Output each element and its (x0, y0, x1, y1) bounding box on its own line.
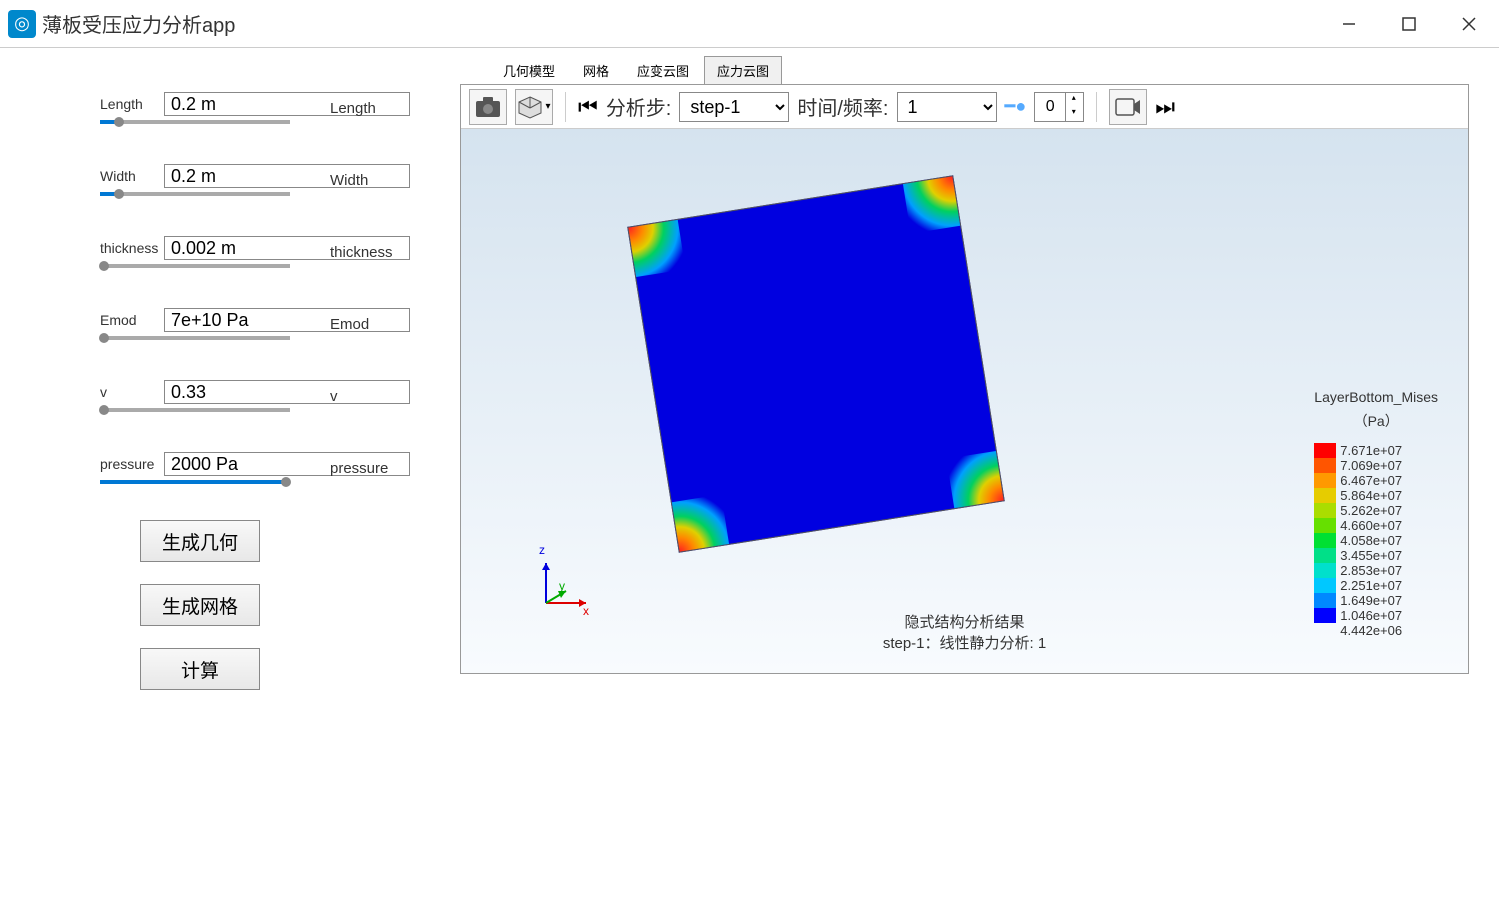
param-display: pressure (330, 460, 388, 477)
param-display: Length (330, 100, 376, 117)
tab-strain[interactable]: 应变云图 (624, 56, 702, 84)
analysis-step-select[interactable]: step-1 (679, 92, 789, 122)
param-label: thickness (100, 240, 158, 256)
minimize-icon (1342, 17, 1356, 31)
tabs: 几何模型 网格 应变云图 应力云图 (490, 56, 1469, 84)
axis-x-label: x (583, 604, 589, 618)
video-icon (1115, 98, 1141, 116)
spinner-up-icon[interactable]: ▴ (1066, 93, 1081, 107)
close-button[interactable] (1439, 0, 1499, 48)
rewind-icon[interactable]: ⏮ (578, 94, 598, 120)
legend-title: LayerBottom_Mises (1314, 389, 1438, 405)
v-input[interactable] (164, 380, 410, 404)
analysis-step-label: 分析步: (606, 92, 672, 121)
titlebar: ◎ 薄板受压应力分析app (0, 0, 1499, 48)
axis-y-label: y (559, 579, 565, 593)
axis-z-label: z (539, 543, 545, 557)
length-slider[interactable] (100, 120, 290, 124)
tab-stress[interactable]: 应力云图 (704, 56, 782, 84)
maximize-icon (1402, 17, 1416, 31)
frame-spinner[interactable]: ▴▾ (1034, 92, 1084, 122)
param-v: v v (100, 376, 420, 416)
generate-geometry-button[interactable]: 生成几何 (140, 520, 260, 562)
param-display: v (330, 388, 338, 405)
app-title: 薄板受压应力分析app (42, 9, 235, 38)
param-length: Length Length (100, 88, 420, 128)
minimize-button[interactable] (1319, 0, 1379, 48)
close-icon (1462, 17, 1476, 31)
v-slider[interactable] (100, 408, 290, 412)
param-label: Width (100, 168, 158, 184)
param-label: pressure (100, 456, 158, 472)
spinner-down-icon[interactable]: ▾ (1066, 107, 1081, 121)
legend-values: 7.671e+077.069e+076.467e+075.864e+075.26… (1340, 443, 1402, 638)
sidebar: Length Length Width Width thickness (0, 48, 460, 899)
record-button[interactable] (1109, 89, 1147, 125)
param-width: Width Width (100, 160, 420, 200)
param-display: thickness (330, 244, 393, 261)
stress-contour-plate (627, 175, 1005, 553)
generate-mesh-button[interactable]: 生成网格 (140, 584, 260, 626)
view-cube-button[interactable]: ▾ (515, 89, 553, 125)
param-thickness: thickness thickness (100, 232, 420, 272)
emod-slider[interactable] (100, 336, 290, 340)
viewer-panel: ▾ ⏮ 分析步: step-1 时间/频率: 1 ━● ▴▾ (460, 84, 1469, 674)
result-caption: 隐式结构分析结果 step-1：线性静力分析: 1 (883, 611, 1046, 653)
width-slider[interactable] (100, 192, 290, 196)
time-freq-label: 时间/频率: (797, 92, 888, 121)
param-label: Length (100, 96, 158, 112)
legend-colorbar (1314, 443, 1336, 623)
pressure-slider[interactable] (100, 480, 290, 484)
app-icon: ◎ (8, 10, 36, 38)
time-freq-select[interactable]: 1 (897, 92, 997, 122)
legend: LayerBottom_Mises （Pa） 7.671e+077.069e+0… (1314, 389, 1438, 638)
param-label: Emod (100, 312, 158, 328)
viewer-canvas[interactable]: x y z 隐式结构分析结果 step-1：线性静力分析: 1 LayerBot… (461, 129, 1468, 673)
maximize-button[interactable] (1379, 0, 1439, 48)
thickness-slider[interactable] (100, 264, 290, 268)
slider-icon[interactable]: ━● (1005, 96, 1027, 117)
width-input[interactable] (164, 164, 410, 188)
tab-geom-model[interactable]: 几何模型 (490, 56, 568, 84)
calculate-button[interactable]: 计算 (140, 648, 260, 690)
param-display: Width (330, 172, 368, 189)
emod-input[interactable] (164, 308, 410, 332)
screenshot-button[interactable] (469, 89, 507, 125)
param-label: v (100, 384, 158, 400)
viewer-toolbar: ▾ ⏮ 分析步: step-1 时间/频率: 1 ━● ▴▾ (461, 85, 1468, 129)
param-emod: Emod Emod (100, 304, 420, 344)
forward-icon[interactable]: ⏭ (1155, 94, 1175, 120)
cube-icon (517, 95, 543, 119)
camera-icon (475, 96, 501, 118)
chevron-down-icon: ▾ (545, 101, 550, 112)
param-pressure: pressure pressure (100, 448, 420, 488)
tab-mesh[interactable]: 网格 (570, 56, 622, 84)
param-display: Emod (330, 316, 369, 333)
legend-units: （Pa） (1314, 411, 1438, 431)
